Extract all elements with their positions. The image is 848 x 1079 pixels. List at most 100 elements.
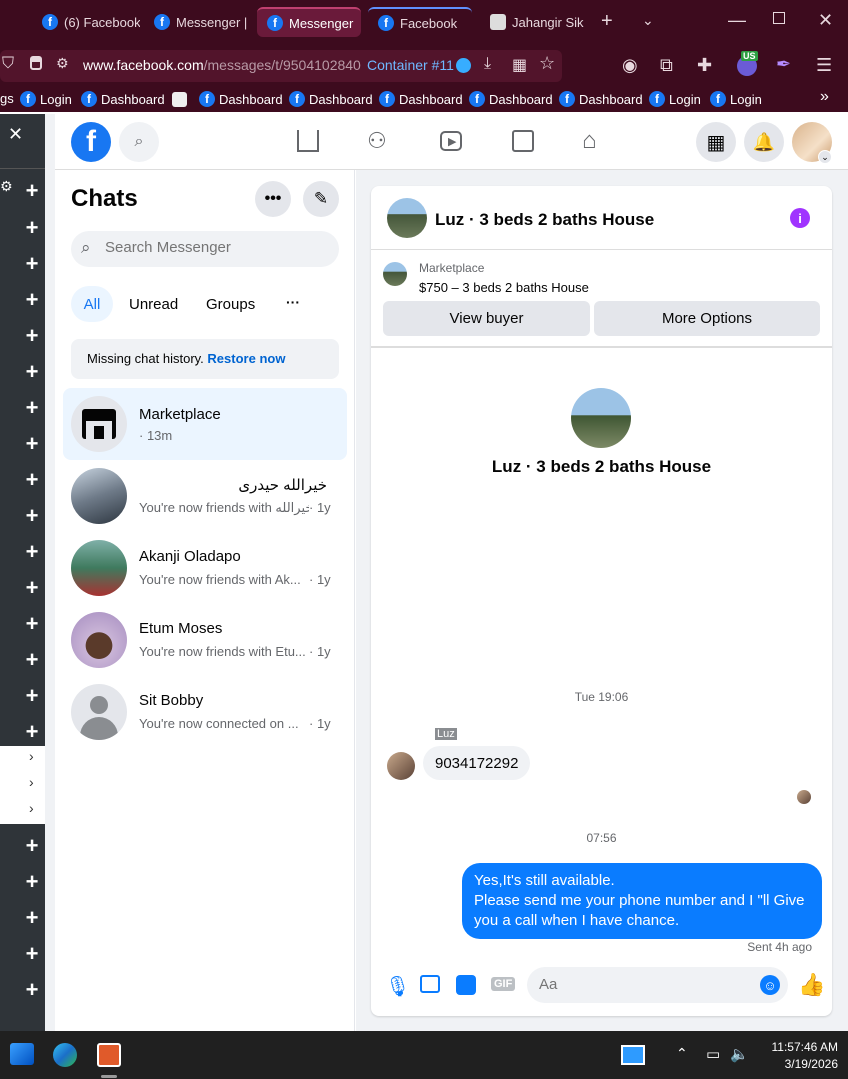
container-label[interactable]: Container #11 [367, 57, 454, 73]
add-icon[interactable]: + [22, 325, 42, 347]
add-extension-icon[interactable]: ✚ [697, 55, 712, 76]
bookmark-item[interactable]: f Dashboard [379, 91, 463, 107]
menu-grid-icon[interactable]: ▦ [696, 122, 736, 162]
add-icon[interactable]: + [22, 433, 42, 455]
chat-item-sit-bobby[interactable]: Sit Bobby You're now connected on ... · … [63, 676, 347, 748]
mail-app-icon[interactable] [10, 1043, 34, 1065]
shield-icon[interactable]: ⛉ [2, 55, 14, 73]
minimize-icon[interactable]: — [728, 10, 746, 31]
view-buyer-button[interactable]: View buyer [383, 301, 590, 336]
close-panel-icon[interactable]: ✕ [8, 124, 23, 145]
incoming-message-bubble[interactable]: 9034172292 [423, 746, 531, 780]
new-message-icon[interactable]: ✎ [303, 181, 339, 217]
chat-item-kheirullah[interactable]: خیرالله حیدری You're now friends with خی… [63, 460, 347, 532]
chat-item-marketplace[interactable]: Marketplace · 13m [63, 388, 347, 460]
add-icon[interactable]: + [22, 253, 42, 275]
message-input[interactable] [539, 976, 739, 993]
add-icon[interactable]: + [22, 541, 42, 563]
message-composer[interactable]: ☺ [527, 967, 788, 1003]
add-icon[interactable]: + [22, 649, 42, 671]
add-icon[interactable]: + [22, 943, 42, 965]
widgets-icon[interactable] [621, 1045, 645, 1065]
bookmark-item[interactable]: f Dashboard [199, 91, 283, 107]
bookmark-item[interactable]: f Dashboard [81, 91, 165, 107]
taskbar-clock-date[interactable]: 3/19/2026 [756, 1057, 838, 1071]
add-icon[interactable]: + [22, 577, 42, 599]
bookmark-item[interactable]: gs [0, 91, 14, 106]
add-icon[interactable]: + [22, 979, 42, 1001]
account-chevron-down-icon[interactable]: ⌄ [818, 150, 832, 164]
chat-item-etum[interactable]: Etum Moses You're now friends with Etu..… [63, 604, 347, 676]
search-input[interactable] [105, 239, 325, 256]
listing-profile-image[interactable] [571, 388, 631, 448]
conversation-title[interactable]: Luz · 3 beds 2 baths House [435, 210, 654, 230]
home-icon[interactable] [297, 130, 319, 152]
account-icon[interactable]: ◉ [622, 55, 638, 76]
add-icon[interactable]: + [22, 685, 42, 707]
bookmark-item[interactable]: f Login [649, 91, 701, 107]
notifications-bell-icon[interactable]: 🔔 [744, 122, 784, 162]
url-bar[interactable]: ⛉ ⚙ www.facebook.com/messages/t/95041028… [0, 50, 562, 82]
add-icon[interactable]: + [22, 505, 42, 527]
search-icon[interactable]: ⌕ [119, 122, 159, 162]
show-hidden-icons-chevron-icon[interactable]: ⌃ [676, 1045, 688, 1062]
add-icon[interactable]: + [22, 289, 42, 311]
add-icon[interactable]: + [22, 871, 42, 893]
snipping-tool-icon[interactable] [97, 1043, 121, 1067]
feather-extension-icon[interactable]: ✒ [776, 54, 791, 75]
gif-icon[interactable]: GIF [491, 977, 516, 991]
sender-avatar[interactable] [387, 752, 415, 780]
facebook-logo[interactable]: f [71, 122, 111, 162]
qr-code-icon[interactable]: ▦ [512, 55, 527, 75]
settings-icon[interactable]: ⚙ [0, 178, 13, 195]
video-icon[interactable]: ▶ [440, 131, 462, 151]
close-window-icon[interactable]: ✕ [818, 10, 833, 31]
bookmark-item[interactable]: f Login [20, 91, 72, 107]
chat-item-akanji[interactable]: Akanji Oladapo You're now friends with A… [63, 532, 347, 604]
bookmark-item[interactable]: f Dashboard [559, 91, 643, 107]
add-icon[interactable]: + [22, 217, 42, 239]
listing-thumbnail[interactable] [387, 198, 427, 238]
permissions-icon[interactable]: ⚙ [56, 55, 69, 72]
outgoing-message-bubble[interactable]: Yes,It's still available. Please send me… [462, 863, 822, 939]
search-messenger-field[interactable]: ⌕ [71, 231, 339, 267]
add-icon[interactable]: + [22, 469, 42, 491]
chevron-right-icon[interactable]: › [29, 748, 34, 764]
microphone-icon[interactable]: 🎙 [385, 974, 410, 999]
emoji-icon[interactable]: ☺ [760, 975, 780, 995]
add-icon[interactable]: + [22, 613, 42, 635]
filter-all[interactable]: All [71, 286, 113, 322]
chats-options-icon[interactable]: ••• [255, 181, 291, 217]
chevron-right-icon[interactable]: › [29, 800, 34, 816]
sticker-icon[interactable] [456, 975, 476, 995]
taskbar-clock-time[interactable]: 11:57:46 AM [756, 1040, 839, 1054]
add-icon[interactable]: + [22, 397, 42, 419]
gaming-icon[interactable]: ⌂ [582, 127, 597, 155]
tab-messenger-active[interactable]: f Messenger ✕ [257, 7, 361, 37]
more-options-button[interactable]: More Options [594, 301, 820, 336]
extensions-icon[interactable]: ⧉ [660, 55, 673, 76]
menu-icon[interactable]: ☰ [816, 55, 832, 76]
filter-groups[interactable]: Groups [206, 296, 255, 313]
restore-now-link[interactable]: Restore now [207, 351, 285, 366]
filter-unread[interactable]: Unread [129, 296, 178, 313]
add-icon[interactable]: + [22, 721, 42, 743]
add-icon[interactable]: + [22, 361, 42, 383]
tab-facebook-notifications[interactable]: f (6) Facebook [32, 7, 140, 37]
tab-jahangir[interactable]: Jahangir Sikd [480, 7, 584, 37]
add-icon[interactable]: + [22, 907, 42, 929]
photo-icon[interactable] [420, 975, 440, 993]
chevron-right-icon[interactable]: › [29, 774, 34, 790]
marketplace-icon[interactable] [512, 130, 534, 152]
thumbs-up-icon[interactable]: 👍 [798, 972, 825, 998]
volume-icon[interactable]: 🔈 [730, 1045, 749, 1063]
network-icon[interactable]: ▭ [706, 1045, 720, 1063]
bookmark-item[interactable]: f Dashboard [469, 91, 553, 107]
filter-more-icon[interactable]: ··· [286, 294, 300, 310]
maximize-icon[interactable] [773, 12, 785, 24]
add-icon[interactable]: + [22, 835, 42, 857]
friends-icon[interactable]: ⚇ [367, 128, 387, 154]
info-icon[interactable]: i [790, 208, 810, 228]
tab-facebook[interactable]: f Facebook [368, 7, 472, 37]
more-bookmarks-icon[interactable]: » [820, 88, 829, 106]
